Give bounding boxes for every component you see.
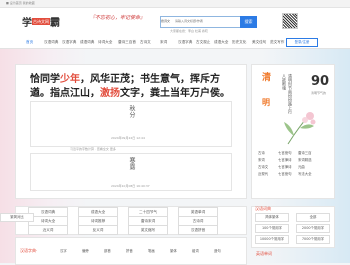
jieqi-score-label: 清明节气的 [311, 91, 327, 95]
qr-code-icon [282, 13, 298, 29]
zidian-link[interactable]: 繁体 [170, 248, 177, 253]
headline-text: 恰同学 [30, 74, 60, 85]
site-logo[interactable]: 学古诗文网霸 [22, 11, 72, 29]
topbar: ■ 设为首页 我的收藏 [0, 0, 350, 8]
dictionary-button[interactable]: 繁简对比 [0, 213, 34, 222]
headline-highlight: 少年 [60, 74, 80, 85]
jieqi-char: 明 [262, 98, 270, 107]
jieqi-score: 90 [311, 74, 330, 89]
nav-item[interactable]: 古诗文 [140, 39, 151, 45]
nav-item[interactable]: 范文写作 [270, 39, 284, 45]
flower-illustration [284, 112, 316, 145]
hot-search-words[interactable]: 大家都在搜：李白 杜甫 春晓 [170, 29, 208, 33]
poem-card-meta: 2024年10月08日 16:40:37 [111, 184, 150, 188]
section-title: 汉语字典· [20, 248, 38, 253]
nav-item[interactable]: 成语词典 [80, 39, 94, 45]
side-link[interactable]: 近现代 [258, 171, 268, 176]
nav-item[interactable]: 诗词大全 [98, 39, 112, 45]
zidian-link[interactable]: 拼音 [126, 248, 133, 253]
site-slogan: 『不忘初心，牢记使命』 [90, 15, 146, 21]
dictionary-button[interactable]: 简体繁体 [255, 213, 289, 222]
side-link[interactable]: 唐诗三百 [298, 150, 312, 155]
side-link[interactable]: 元曲 [298, 164, 305, 169]
poem-card[interactable]: 秋分 2024年09月22日 12:44 [30, 101, 232, 147]
logo-badge: 古诗文网 [32, 18, 50, 25]
nav-item[interactable]: 古文观止 [196, 39, 210, 45]
category-button[interactable]: 英文缩写 [128, 225, 168, 235]
dictionary-button[interactable]: 10000个常用字 [255, 235, 289, 244]
dictionary-button[interactable]: 2000个常用字 [296, 224, 330, 233]
poem-card[interactable]: 寒露 2024年10月08日 16:40:37 [30, 153, 232, 191]
topbar-links[interactable]: ■ 设为首页 我的收藏 [6, 1, 35, 5]
zidian-link[interactable]: 部首 [104, 248, 111, 253]
nav-item[interactable]: 成语大全 [214, 39, 228, 45]
headline-text: 文字，粪土当年万户侯。 [120, 88, 230, 99]
jieqi-char: 清 [262, 73, 272, 83]
nav-item[interactable]: 汉语字典 [178, 39, 192, 45]
search-button[interactable]: 搜索 [240, 16, 257, 28]
zidian-link[interactable]: 组词 [192, 248, 199, 253]
headline-quote: 恰同学少年，风华正茂；书生意气，挥斥方遒。指点江山，激扬文字，粪土当年万户侯。 [30, 73, 235, 101]
side-link[interactable]: 七言绝句 [278, 171, 292, 176]
nav-item[interactable]: 宋词 [160, 39, 167, 45]
headline-highlight: 激扬 [100, 88, 120, 99]
side-link[interactable]: 七言律诗 [278, 164, 292, 169]
poem-card-links[interactable]: 习近平的字数计算 · 查看全文 更多 [70, 147, 116, 151]
nav-item[interactable]: 汉语词典 [44, 39, 58, 45]
zidian-link[interactable]: 造句 [214, 248, 221, 253]
poem-card-meta: 2024年09月22日 12:44 [111, 136, 145, 140]
dictionary-button[interactable]: 100个常用字 [255, 224, 289, 233]
poem-card-title: 秋分 [128, 105, 135, 118]
nav-item[interactable]: 历史文化 [232, 39, 246, 45]
category-button[interactable]: 反义词 [78, 225, 118, 235]
dictionary-button[interactable]: 全部 [296, 213, 330, 222]
nav-item[interactable]: 汉语字典 [62, 39, 76, 45]
section-title: 汉语词典 [255, 206, 271, 211]
side-link[interactable]: 七言律诗 [278, 157, 292, 162]
section-title: 英语单词 [256, 251, 272, 256]
zidian-link[interactable]: 偏旁 [82, 248, 89, 253]
login-button[interactable]: 登录/注册 [286, 38, 318, 47]
logo-char-2: 霸 [50, 18, 60, 29]
category-button[interactable]: 近义词 [28, 225, 68, 235]
search-type-select[interactable]: 搜诗文 [161, 17, 174, 25]
category-button[interactable]: 汉语拼音 [178, 225, 218, 235]
search-input[interactable] [175, 17, 239, 25]
zidian-link[interactable]: 笔画 [148, 248, 155, 253]
dictionary-button[interactable]: 7000个常用字 [296, 235, 330, 244]
nav-item[interactable]: 美文佳句 [252, 39, 266, 45]
poem-card-title: 寒露 [128, 157, 135, 170]
side-link[interactable]: 古诗文 [258, 164, 268, 169]
side-link[interactable]: 宋词精选 [298, 157, 312, 162]
side-link[interactable]: 写法大全 [298, 171, 312, 176]
nav-item[interactable]: 首页 [26, 39, 33, 45]
side-link[interactable]: 七言绝句 [278, 150, 292, 155]
logo-char-1: 学 [22, 18, 32, 29]
nav-item[interactable]: 唐诗三百首 [118, 39, 136, 45]
side-link[interactable]: 古诗 [258, 150, 265, 155]
zidian-link[interactable]: 汉字 [60, 248, 67, 253]
side-link[interactable]: 宋词 [258, 157, 265, 162]
